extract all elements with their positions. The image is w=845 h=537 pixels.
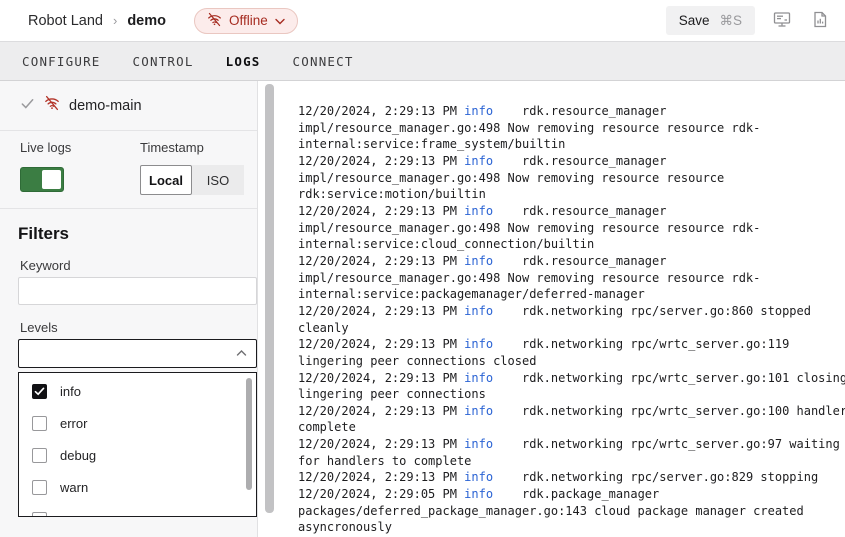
level-option-label: debug <box>60 448 96 463</box>
machine-part-row[interactable]: demo-main <box>0 81 257 131</box>
keyword-label: Keyword <box>20 258 71 273</box>
save-shortcut: ⌘S <box>719 13 742 29</box>
log-controls-section: Live logs Timestamp Local ISO <box>0 131 257 209</box>
level-option-debug[interactable]: debug <box>19 439 256 471</box>
levels-dropdown-panel: info error debug <box>18 372 257 517</box>
timestamp-local-button[interactable]: Local <box>140 165 192 195</box>
monitor-icon <box>773 11 791 31</box>
checkbox-debug[interactable] <box>32 448 47 463</box>
app-window: Robot Land › demo Offline <box>0 0 845 537</box>
tab-logs[interactable]: LOGS <box>226 54 261 69</box>
chevron-down-icon <box>275 13 285 28</box>
level-option-label: warn <box>60 480 88 495</box>
levels-label: Levels <box>20 320 58 335</box>
tab-bar: CONFIGURE CONTROL LOGS CONNECT <box>0 41 845 81</box>
machine-part-name: demo-main <box>69 98 142 114</box>
wifi-off-icon <box>207 12 222 30</box>
breadcrumb-org[interactable]: Robot Land <box>28 13 103 29</box>
log-file-button[interactable] <box>809 7 831 35</box>
header-actions: Save ⌘S <box>666 6 831 35</box>
timestamp-iso-button[interactable]: ISO <box>192 165 244 195</box>
levels-select[interactable] <box>18 339 257 368</box>
breadcrumb: Robot Land › demo Offline <box>28 8 298 34</box>
save-button[interactable]: Save ⌘S <box>666 6 755 35</box>
tab-connect[interactable]: CONNECT <box>293 54 354 69</box>
breadcrumb-separator: › <box>113 13 117 28</box>
toggle-knob <box>42 170 61 189</box>
live-logs-label: Live logs <box>20 140 71 155</box>
live-logs-toggle[interactable] <box>20 167 64 192</box>
save-button-label: Save <box>679 13 710 28</box>
level-option-label: info <box>60 384 81 399</box>
timestamp-label: Timestamp <box>140 140 204 155</box>
machine-status-dropdown[interactable]: Offline <box>194 8 298 34</box>
timestamp-segmented-control: Local ISO <box>140 165 244 195</box>
check-icon <box>20 96 35 116</box>
keyword-input[interactable] <box>18 277 257 305</box>
level-option-error[interactable]: error <box>19 407 256 439</box>
monitor-button[interactable] <box>769 7 795 35</box>
file-chart-icon <box>813 11 827 31</box>
log-scrollbar-thumb[interactable] <box>265 84 274 513</box>
breadcrumb-machine[interactable]: demo <box>127 13 166 29</box>
level-options-list: info error debug <box>19 373 256 517</box>
level-option-warn[interactable]: warn <box>19 471 256 503</box>
logs-sidebar: demo-main Live logs Timestamp Local ISO … <box>0 81 258 537</box>
level-option-info[interactable]: info <box>19 375 256 407</box>
checkbox-partial <box>32 512 47 518</box>
status-badge-label: Offline <box>229 13 268 28</box>
level-option-label: error <box>60 416 87 431</box>
checkbox-warn[interactable] <box>32 480 47 495</box>
level-option-partial[interactable] <box>19 503 256 517</box>
tab-configure[interactable]: CONFIGURE <box>22 54 101 69</box>
wifi-off-icon <box>44 95 60 116</box>
tab-control[interactable]: CONTROL <box>133 54 194 69</box>
checkbox-info[interactable] <box>32 384 47 399</box>
checkbox-error[interactable] <box>32 416 47 431</box>
dropdown-scrollbar-thumb[interactable] <box>246 378 252 490</box>
log-stream[interactable]: 12/20/2024, 2:29:13 PM info rdk.resource… <box>298 103 845 536</box>
header: Robot Land › demo Offline <box>0 0 845 41</box>
filters-title: Filters <box>18 224 69 244</box>
